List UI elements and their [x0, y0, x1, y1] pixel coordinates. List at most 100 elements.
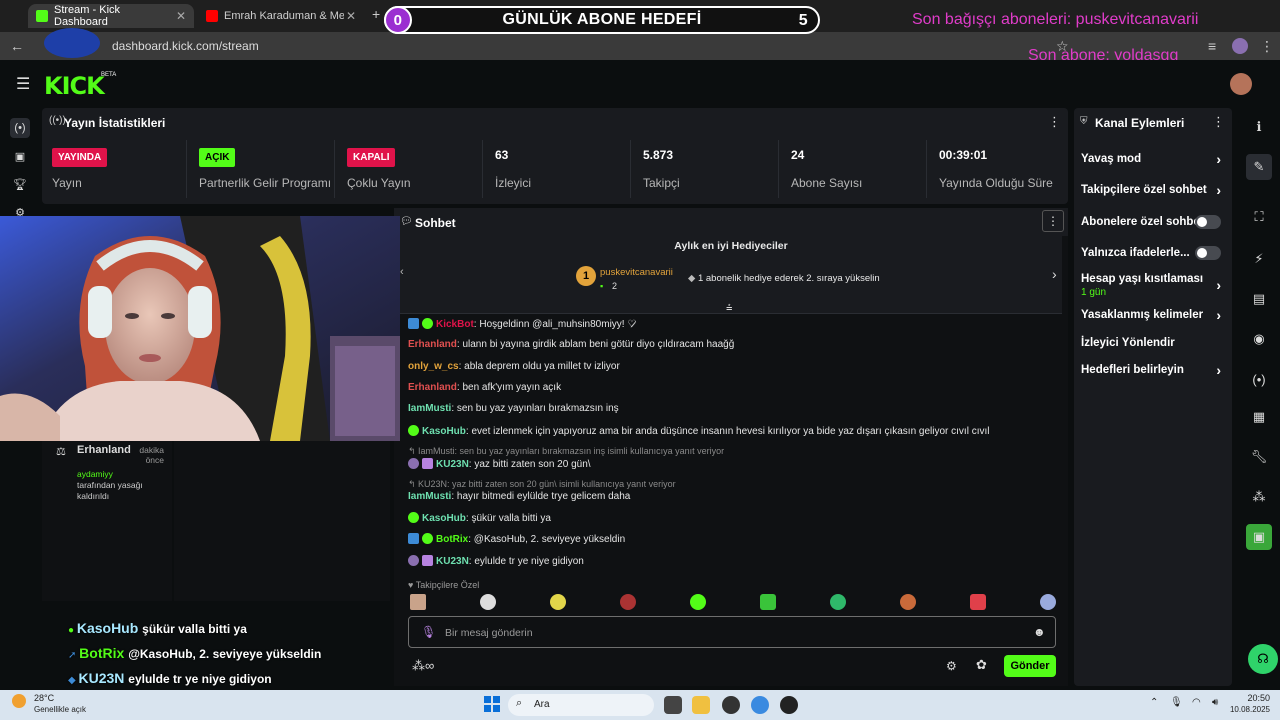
chat-menu-icon[interactable]: ⋮	[1042, 210, 1064, 232]
account-age-value: 1 gün	[1081, 287, 1107, 298]
url-text[interactable]: dashboard.kick.com/stream	[112, 39, 259, 53]
tab-youtube[interactable]: Emrah Karaduman & Merve Ö ✕	[198, 4, 364, 28]
emote-icon[interactable]	[970, 594, 986, 610]
tab-title: Stream - Kick Dashboard	[54, 4, 121, 28]
emote-icon[interactable]	[480, 594, 496, 610]
hamburger-menu-icon[interactable]: ☰	[16, 74, 30, 94]
emote-icon[interactable]	[620, 594, 636, 610]
stat-viewers: 63 İzleyici	[485, 140, 631, 198]
chat-message[interactable]: BotRix: @KasoHub, 2. seviyeye yükseldin	[408, 533, 625, 545]
chat-message[interactable]: Erhanland: ulann bi yayına girdik ablam …	[408, 339, 734, 350]
app-icon[interactable]	[722, 696, 740, 714]
chat-message[interactable]: Erhanland: ben afk'yım yayın açık	[408, 382, 561, 393]
task-view-icon[interactable]	[664, 696, 682, 714]
heart-icon: ♥	[408, 580, 416, 590]
app-g-icon[interactable]	[780, 696, 798, 714]
app-icon[interactable]: ▣	[1246, 524, 1272, 550]
clock-time[interactable]: 20:50	[1230, 693, 1270, 703]
action-set-goals[interactable]: Hedefleri belirleyin ›	[1081, 362, 1227, 378]
action-subs-only[interactable]: Abonelere özel sohbet	[1081, 215, 1227, 229]
taskbar-search[interactable]: ⌕ Ara	[508, 694, 654, 716]
chat-message[interactable]: only_w_cs: abla deprem oldu ya millet tv…	[408, 361, 620, 372]
dashboard-icon[interactable]: ▣	[10, 146, 30, 166]
weather-desc: Genellikle açık	[34, 705, 87, 714]
wrench-icon[interactable]: 🔧︎	[1246, 444, 1272, 470]
broadcast-icon[interactable]: (•)	[10, 118, 30, 138]
network-icon[interactable]: ◠	[1192, 697, 1201, 708]
action-slow-mode[interactable]: Yavaş mod ›	[1081, 151, 1227, 167]
verified-badge-icon	[422, 533, 433, 544]
tray-chevron-icon[interactable]: ⌃	[1150, 697, 1158, 708]
verified-badge-icon	[408, 425, 419, 436]
emote-icon[interactable]	[690, 594, 706, 610]
file-explorer-icon[interactable]	[692, 696, 710, 714]
support-headset-icon[interactable]: ☊	[1248, 644, 1278, 674]
info-icon[interactable]: ℹ	[1246, 114, 1272, 140]
chat-message[interactable]: IamMusti: hayır bitmedi eylülde trye gel…	[408, 491, 630, 502]
verified-badge-icon	[422, 318, 433, 329]
lightning-icon[interactable]: ⚡︎	[1246, 246, 1272, 272]
emote-icon[interactable]	[900, 594, 916, 610]
gifter-name[interactable]: puskevitcanavarii	[600, 267, 673, 278]
microphone-icon[interactable]: 🎙︎	[1170, 697, 1183, 708]
subs-only-toggle[interactable]	[1195, 215, 1221, 229]
user-avatar[interactable]	[1230, 73, 1252, 95]
chat-settings-icon[interactable]: ⚙	[946, 659, 957, 673]
chat-bubble-icon[interactable]: ◉	[1246, 326, 1272, 352]
chrome-icon[interactable]	[751, 696, 769, 714]
chevron-right-icon: ›	[1216, 151, 1221, 167]
profile-avatar-icon[interactable]	[1232, 38, 1248, 54]
chat-message[interactable]: KasoHub: şükür valla bitti ya	[408, 512, 551, 524]
notes-icon[interactable]: ▤	[1246, 286, 1272, 312]
windows-start-icon[interactable]	[484, 696, 500, 712]
screenshot-icon[interactable]: ⛶	[1246, 204, 1272, 230]
chat-input[interactable]: 🎙︎ Bir mesaj gönderin ☻	[408, 616, 1056, 648]
edit-icon[interactable]: ✎	[1246, 154, 1272, 180]
emote-icon[interactable]	[410, 594, 426, 610]
microphone-icon[interactable]: 🎙︎	[421, 625, 436, 639]
trophy-icon[interactable]: 🏆︎	[10, 174, 30, 194]
action-emotes-only[interactable]: Yalnızca ifadelerle...	[1081, 246, 1227, 260]
mod-user[interactable]: Erhanland	[77, 444, 131, 456]
stat-label: Partnerlik Gelir Programı	[199, 176, 332, 190]
emote-icon[interactable]	[830, 594, 846, 610]
action-raid[interactable]: İzleyici Yönlendir	[1081, 337, 1227, 349]
reading-list-icon[interactable]: ≡	[1208, 38, 1216, 54]
chat-message[interactable]: KU23N: yaz bitti zaten son 20 gün\	[408, 458, 591, 470]
youtube-favicon-icon	[206, 10, 218, 22]
prev-gifter-icon[interactable]: ‹	[400, 266, 404, 278]
back-icon[interactable]: ←	[10, 38, 24, 54]
chat-message[interactable]: IamMusti: sen bu yaz yayınları bırakmazs…	[408, 403, 619, 414]
close-tab-icon[interactable]: ✕	[176, 9, 186, 23]
clock-date[interactable]: 10.08.2025	[1218, 705, 1270, 714]
stats-menu-icon[interactable]: ⋮	[1048, 114, 1061, 130]
close-tab-icon[interactable]: ✕	[346, 9, 356, 23]
chat-message[interactable]: KickBot: Hoşgeldinn @ali_muhsin80miyy! ♡…	[408, 318, 636, 330]
chat-message[interactable]: KU23N: eylulde tr ye niye gidiyon	[408, 555, 584, 567]
stats-title: Yayın İstatistikleri	[64, 116, 166, 130]
emotes-only-toggle[interactable]	[1195, 246, 1221, 260]
action-banned-words[interactable]: Yasaklanmış kelimeler ›	[1081, 307, 1227, 323]
emote-icon[interactable]	[550, 594, 566, 610]
send-button[interactable]: Gönder	[1004, 655, 1056, 677]
new-tab-button[interactable]: +	[372, 6, 380, 22]
emote-icon[interactable]	[760, 594, 776, 610]
actions-menu-icon[interactable]: ⋮	[1212, 114, 1225, 130]
tab-kick-dashboard[interactable]: Stream - Kick Dashboard ✕	[28, 4, 194, 28]
mod-action-user[interactable]: aydamiyy	[77, 469, 113, 479]
layout-icon[interactable]: ▦	[1246, 404, 1272, 430]
emoji-picker-icon[interactable]: ☻	[1033, 625, 1046, 639]
pinned-icon[interactable]: ⩮	[726, 302, 732, 315]
kick-logo[interactable]: KICK	[44, 72, 105, 100]
broadcast-icon[interactable]: (•)	[1246, 366, 1272, 392]
menu-kebab-icon[interactable]: ⋮	[1260, 38, 1274, 55]
chat-message[interactable]: KasoHub: evet izlenmek için yapıyoruz am…	[408, 425, 989, 437]
action-account-age[interactable]: Hesap yaşı kısıtlaması 1 gün ›	[1081, 273, 1227, 298]
emote-icon[interactable]	[1040, 594, 1056, 610]
next-gifter-icon[interactable]: ›	[1052, 266, 1057, 282]
extensions-icon[interactable]: ⁂∞	[412, 658, 434, 674]
extensions-icon[interactable]: ⁂	[1246, 484, 1272, 510]
weather-temp[interactable]: 28°C	[34, 693, 54, 703]
action-followers-only[interactable]: Takipçilere özel sohbet ›	[1081, 182, 1227, 198]
puzzle-icon[interactable]: ✿	[976, 657, 987, 673]
